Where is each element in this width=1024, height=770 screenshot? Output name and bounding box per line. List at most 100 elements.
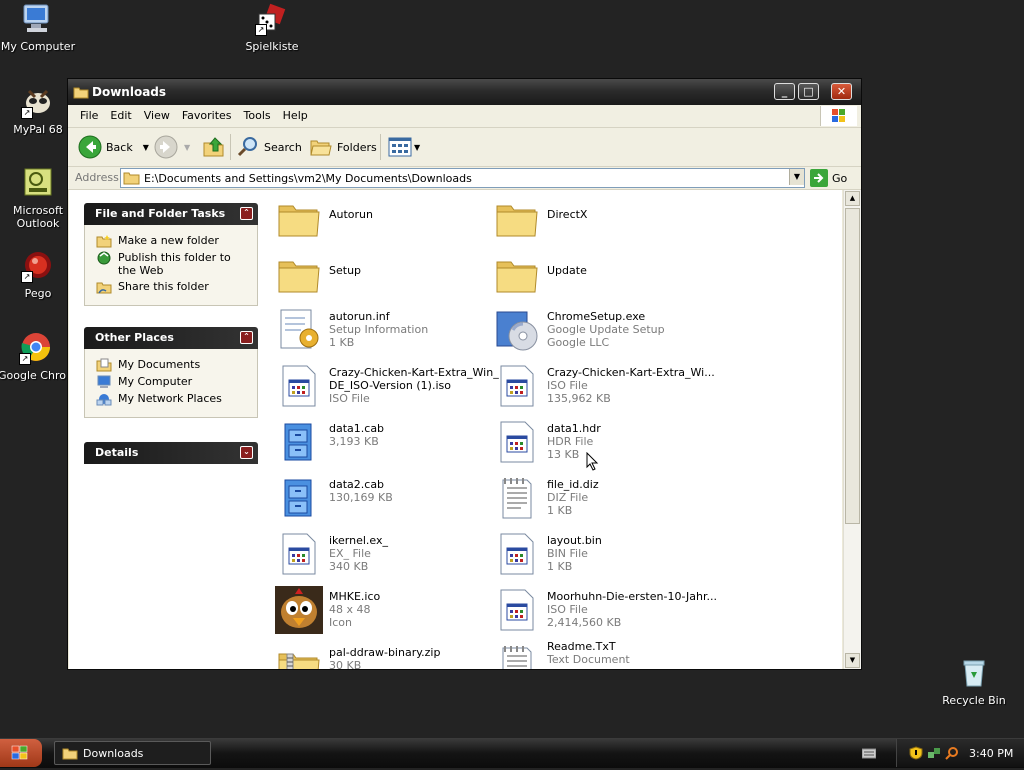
mypal-icon: ↗ [21, 85, 55, 119]
task-make-new-folder[interactable]: Make a new folder [96, 234, 251, 248]
scroll-down-button[interactable]: ▼ [845, 653, 860, 668]
search-tray-icon[interactable] [945, 746, 959, 760]
desktop-icon-recycle-bin[interactable]: Recycle Bin [934, 656, 1014, 707]
explorer-window[interactable]: Downloads _ □ ✕ File Edit View Favorites Too… [67, 78, 862, 670]
panel-header[interactable]: Details ⌄ [84, 442, 258, 464]
details-panel: Details ⌄ [84, 442, 258, 464]
views-button[interactable]: ▼ [388, 134, 420, 160]
up-folder-icon [203, 137, 224, 157]
scroll-up-button[interactable]: ▲ [845, 191, 860, 206]
folders-icon [310, 140, 332, 156]
address-dropdown-icon[interactable]: ▼ [789, 169, 804, 185]
scrollbar-thumb[interactable] [845, 208, 860, 524]
maximize-button[interactable]: □ [798, 83, 819, 100]
close-button[interactable]: ✕ [831, 83, 852, 100]
menu-edit[interactable]: Edit [104, 105, 137, 122]
menu-help[interactable]: Help [277, 105, 314, 122]
file-item-data1-cab[interactable]: data1.cab 3,193 KB [275, 418, 490, 470]
share-folder-icon [96, 282, 112, 294]
file-item-data1-hdr[interactable]: data1.hdr HDR File 13 KB [493, 418, 708, 470]
folder-icon [496, 261, 538, 293]
up-folder-button[interactable] [202, 134, 226, 160]
file-item-chromesetup-exe[interactable]: ChromeSetup.exe Google Update Setup Goog… [493, 306, 708, 358]
text-file-icon [502, 646, 532, 669]
cabinet-file-icon [284, 479, 312, 517]
menu-view[interactable]: View [138, 105, 176, 122]
forward-dropdown-icon: ▼ [184, 142, 191, 152]
file-item-setup-folder[interactable]: Setup [275, 250, 490, 302]
taskbar: Downloads 3:40 PM [0, 738, 1024, 768]
other-places-panel: Other Places ⌃ My Documents My Computer … [84, 327, 258, 418]
address-bar: Address E:\Documents and Settings\vm2\My… [68, 167, 861, 190]
address-input[interactable]: E:\Documents and Settings\vm2\My Documen… [120, 168, 805, 188]
panel-header[interactable]: File and Folder Tasks ⌃ [84, 203, 258, 225]
toolbar: Back ▼ ▼ Search Folders ▼ [68, 128, 861, 167]
folder-icon [496, 205, 538, 237]
back-button[interactable]: Back ▼ [78, 134, 149, 160]
file-item-data2-cab[interactable]: data2.cab 130,169 KB [275, 474, 490, 526]
iso-file-icon [500, 589, 534, 631]
file-item-ikernel-ex[interactable]: ikernel.ex_ EX_ File 340 KB [275, 530, 490, 582]
place-my-documents[interactable]: My Documents [96, 358, 251, 372]
folders-button[interactable]: Folders [309, 134, 377, 160]
chrome-icon: ↗ [19, 331, 53, 365]
start-button[interactable] [0, 739, 42, 767]
address-label: Address [75, 171, 119, 184]
forward-arrow-icon [154, 135, 178, 159]
file-item-moorhuhn-iso[interactable]: Moorhuhn-Die-ersten-10-Jahr... ISO File … [493, 586, 717, 638]
desktop-icon-spielkiste[interactable]: ↗ Spielkiste [232, 2, 312, 53]
computer-icon [97, 375, 111, 388]
file-item-readme-txt[interactable]: Readme.TxT Text Document [493, 640, 708, 669]
folder-icon [62, 748, 78, 760]
system-tray: 3:40 PM [896, 739, 1024, 767]
network-tray-icon[interactable] [927, 746, 941, 760]
file-item-pal-ddraw-zip[interactable]: pal-ddraw-binary.zip 30 KB [275, 642, 490, 669]
search-button[interactable]: Search [236, 134, 302, 160]
file-item-directx-folder[interactable]: DirectX [493, 194, 708, 246]
task-publish-folder[interactable]: Publish this folder to the Web [96, 251, 251, 277]
folder-icon [278, 205, 320, 237]
taskbar-window-downloads[interactable]: Downloads [54, 741, 211, 765]
chicken-icon [275, 586, 323, 634]
menu-favorites[interactable]: Favorites [176, 105, 238, 122]
clock[interactable]: 3:40 PM [969, 747, 1013, 760]
collapse-icon[interactable]: ⌃ [240, 331, 253, 344]
vertical-scrollbar[interactable]: ▲ ▼ [843, 190, 861, 669]
iso-file-icon [282, 365, 316, 407]
file-item-crazy-chicken-iso-2[interactable]: Crazy-Chicken-Kart-Extra_Wi... ISO File … [493, 362, 715, 414]
collapse-icon[interactable]: ⌃ [240, 207, 253, 220]
keyboard-icon[interactable] [862, 747, 876, 759]
address-path: E:\Documents and Settings\vm2\My Documen… [144, 171, 472, 185]
minimize-button[interactable]: _ [774, 83, 795, 100]
back-dropdown-icon[interactable]: ▼ [143, 143, 149, 152]
file-item-autorun-inf[interactable]: autorun.inf Setup Information 1 KB [275, 306, 490, 358]
file-item-crazy-chicken-iso-1[interactable]: Crazy-Chicken-Kart-Extra_Win_ DE_ISO-Ver… [275, 362, 499, 414]
forward-button[interactable]: ▼ [154, 134, 190, 160]
file-item-layout-bin[interactable]: layout.bin BIN File 1 KB [493, 530, 708, 582]
games-icon: ↗ [255, 2, 289, 36]
setup-information-icon [280, 309, 319, 349]
desktop-icon-chrome[interactable]: ↗ Google Chron [0, 331, 76, 382]
desktop-icon-my-computer[interactable]: My Computer [0, 2, 78, 53]
place-my-computer[interactable]: My Computer [96, 375, 251, 389]
file-item-mhke-ico[interactable]: MHKE.ico 48 x 48 Icon [275, 586, 490, 638]
go-button[interactable]: Go [810, 169, 847, 187]
menu-tools[interactable]: Tools [238, 105, 277, 122]
mouse-cursor-icon [586, 452, 599, 471]
menu-file[interactable]: File [74, 105, 104, 122]
text-file-icon [502, 478, 532, 519]
file-item-autorun-folder[interactable]: Autorun [275, 194, 490, 246]
task-share-folder[interactable]: Share this folder [96, 280, 251, 294]
file-item-file-id-diz[interactable]: file_id.diz DIZ File 1 KB [493, 474, 708, 526]
expand-icon[interactable]: ⌄ [240, 446, 253, 459]
pego-icon: ↗ [21, 249, 55, 283]
computer-icon [21, 2, 55, 36]
place-my-network-places[interactable]: My Network Places [96, 392, 251, 406]
file-item-update-folder[interactable]: Update [493, 250, 708, 302]
title-bar[interactable]: Downloads _ □ ✕ [68, 79, 861, 105]
tasks-pane: File and Folder Tasks ⌃ Make a new folde… [69, 190, 271, 669]
folder-icon [278, 261, 320, 293]
security-shield-icon[interactable] [909, 746, 923, 760]
panel-header[interactable]: Other Places ⌃ [84, 327, 258, 349]
my-documents-icon [96, 358, 112, 372]
